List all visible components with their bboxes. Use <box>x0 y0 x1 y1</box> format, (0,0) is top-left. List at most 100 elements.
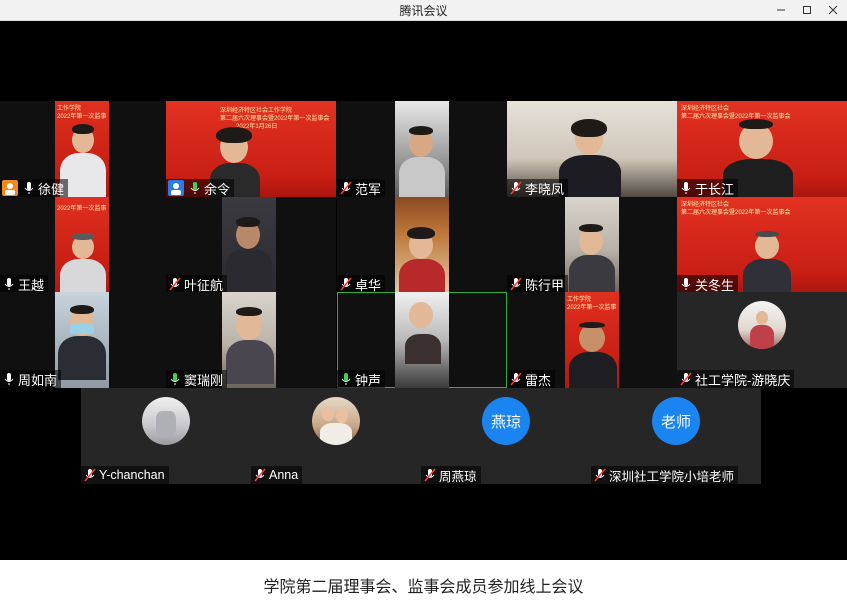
video-grid: 工作学院 2022年第一次监事 徐健 深圳经济特区社会工作学院 第二届六次理事会… <box>0 21 847 560</box>
video-tile[interactable]: 卓华 <box>337 197 507 293</box>
avatar <box>738 301 786 349</box>
participant-label: 关冬生 <box>677 275 739 293</box>
participant-name: Anna <box>269 468 299 482</box>
video-tile[interactable]: 陈行甲 <box>507 197 677 293</box>
participant-label: 周如南 <box>0 370 62 388</box>
participant-name: 社工学院-游晓庆 <box>695 372 791 388</box>
video-tile[interactable]: 深圳经济特区社会 第二届六次理事会暨2022年第一次监事会 关冬生 <box>677 197 847 293</box>
avatar <box>142 397 190 445</box>
banner-text: 工作学院 <box>567 297 592 303</box>
banner-text: 2022年第一次监事 <box>57 206 107 212</box>
user-icon <box>2 180 18 196</box>
banner-text: 2022年第一次监事 <box>567 305 617 311</box>
banner-text: 深圳经济特区社会工作学院 <box>220 108 293 114</box>
participant-label: 余令 <box>166 179 235 197</box>
participant-label: 卓华 <box>337 275 386 293</box>
participant-name: 卓华 <box>355 277 382 293</box>
microphone-icon[interactable] <box>339 372 353 386</box>
avatar: 老师 <box>652 397 700 445</box>
video-tile[interactable]: 李晓凤 <box>507 101 677 197</box>
participant-name: 窦瑞刚 <box>184 372 224 388</box>
participant-label: 窦瑞刚 <box>166 370 228 388</box>
participant-label: 王越 <box>0 275 49 293</box>
participant-name: Y-chanchan <box>99 468 165 482</box>
participant-name: 深圳社工学院小培老师 <box>609 469 735 484</box>
microphone-muted-icon[interactable] <box>168 277 182 291</box>
participant-name: 周燕琼 <box>439 469 477 484</box>
avatar: 燕琼 <box>482 397 530 445</box>
microphone-muted-icon[interactable] <box>339 277 353 291</box>
participant-name: 余令 <box>204 181 231 197</box>
participant-label: 于长江 <box>677 179 739 197</box>
participant-name: 陈行甲 <box>525 277 565 293</box>
participant-label: 深圳社工学院小培老师 <box>591 466 739 484</box>
participant-label: Y-chanchan <box>81 466 169 484</box>
close-icon[interactable] <box>819 0 847 20</box>
microphone-icon[interactable] <box>679 181 693 195</box>
microphone-icon[interactable] <box>22 181 36 195</box>
microphone-muted-icon[interactable] <box>423 468 437 482</box>
microphone-icon[interactable] <box>2 277 16 291</box>
microphone-muted-icon[interactable] <box>83 468 97 482</box>
banner-text: 工作学院 <box>57 106 82 112</box>
video-tile[interactable]: 窦瑞刚 <box>166 292 336 388</box>
video-tile[interactable]: Y-chanchan <box>81 388 251 484</box>
participant-label: 周燕琼 <box>421 466 481 484</box>
banner-text: 深圳经济特区社会 <box>681 106 730 112</box>
banner-text: 深圳经济特区社会 <box>681 202 730 208</box>
microphone-muted-icon[interactable] <box>339 181 353 195</box>
participant-name: 范军 <box>355 181 382 197</box>
participant-label: 徐健 <box>0 179 69 197</box>
video-tile[interactable]: 社工学院-游晓庆 <box>677 292 847 388</box>
participant-label: 社工学院-游晓庆 <box>677 370 795 388</box>
participant-label: 陈行甲 <box>507 275 569 293</box>
window-title: 腾讯会议 <box>399 4 448 18</box>
microphone-muted-icon[interactable] <box>509 181 523 195</box>
microphone-muted-icon[interactable] <box>593 468 607 482</box>
participant-label: 钟声 <box>337 370 386 388</box>
image-caption: 学院第二届理事会、监事会成员参加线上会议 <box>263 579 584 596</box>
video-tile[interactable]: 范军 <box>337 101 507 197</box>
video-tile[interactable]: 工作学院 2022年第一次监事 徐健 <box>0 101 170 197</box>
participant-name: 钟声 <box>355 372 382 388</box>
participant-name: 徐健 <box>38 181 65 197</box>
video-tile[interactable]: 老师 深圳社工学院小培老师 <box>591 388 761 484</box>
minimize-icon[interactable] <box>767 0 795 20</box>
microphone-icon[interactable] <box>188 181 202 195</box>
microphone-icon[interactable] <box>679 277 693 291</box>
participant-label: 雷杰 <box>507 370 556 388</box>
participant-label: 李晓凤 <box>507 179 569 197</box>
participant-name: 雷杰 <box>525 372 552 388</box>
video-tile[interactable]: 2022年第一次监事 王越 <box>0 197 170 293</box>
maximize-icon[interactable] <box>793 0 821 20</box>
video-tile[interactable]: 燕琼 周燕琼 <box>421 388 591 484</box>
participant-name: 周如南 <box>18 372 58 388</box>
banner-text: 第二届六次理事会暨2022年第一次监事会 <box>681 114 791 120</box>
microphone-muted-icon[interactable] <box>509 372 523 386</box>
microphone-icon[interactable] <box>2 372 16 386</box>
participant-name: 李晓凤 <box>525 181 565 197</box>
avatar <box>312 397 360 445</box>
banner-text: 第二届六次理事会暨2022年第一次监事会 <box>681 210 791 216</box>
microphone-icon[interactable] <box>168 372 182 386</box>
participant-label: Anna <box>251 466 303 484</box>
microphone-muted-icon[interactable] <box>509 277 523 291</box>
participant-name: 于长江 <box>695 181 735 197</box>
user-icon <box>168 180 184 196</box>
video-tile[interactable]: 深圳经济特区社会 第二届六次理事会暨2022年第一次监事会 于长江 <box>677 101 847 197</box>
video-tile[interactable]: 工作学院 2022年第一次监事 雷杰 <box>507 292 677 388</box>
video-tile-active-speaker[interactable]: 钟声 <box>337 292 507 388</box>
window-titlebar: 腾讯会议 <box>0 0 847 21</box>
video-tile[interactable]: 叶征航 <box>166 197 336 293</box>
video-tile[interactable]: Anna <box>251 388 421 484</box>
banner-text: 2022年第一次监事 <box>57 114 107 120</box>
video-tile[interactable]: 深圳经济特区社会工作学院 第二届六次理事会暨2022年第一次监事会 2022年1… <box>166 101 336 197</box>
banner-text: 第二届六次理事会暨2022年第一次监事会 <box>220 116 330 122</box>
video-tile[interactable]: 周如南 <box>0 292 170 388</box>
participant-name: 王越 <box>18 277 45 293</box>
participant-name: 关冬生 <box>695 277 735 293</box>
microphone-muted-icon[interactable] <box>253 468 267 482</box>
microphone-muted-icon[interactable] <box>679 372 693 386</box>
participant-label: 叶征航 <box>166 275 228 293</box>
participant-label: 范军 <box>337 179 386 197</box>
